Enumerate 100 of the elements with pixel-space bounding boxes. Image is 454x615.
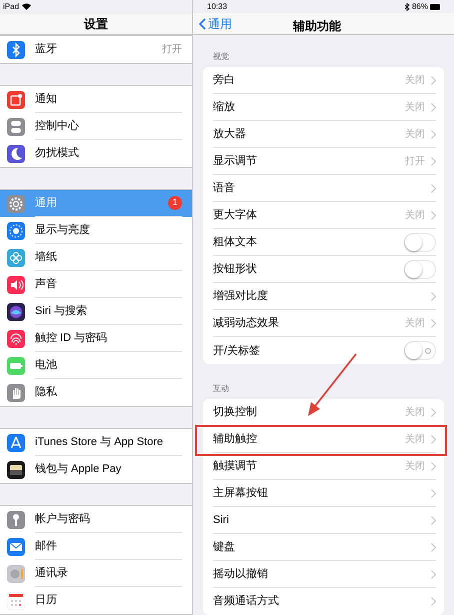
- chevron-icon: [431, 184, 436, 193]
- item-label: 通知: [35, 92, 57, 107]
- flower-icon: [7, 248, 25, 266]
- status-time: 10:33: [207, 0, 228, 12]
- settings-row[interactable]: 键盘: [203, 534, 444, 561]
- settings-row[interactable]: 增强对比度: [203, 283, 444, 310]
- settings-row[interactable]: Siri: [203, 507, 444, 534]
- settings-row[interactable]: 减弱动态效果 关闭: [203, 310, 444, 338]
- row-label: 减弱动态效果: [213, 316, 279, 332]
- settings-row[interactable]: 辅助触控 关闭: [203, 426, 444, 453]
- settings-row[interactable]: 主屏幕按钮: [203, 480, 444, 507]
- moon-icon: [7, 144, 25, 162]
- device-name: iPad: [3, 2, 20, 11]
- item-label: 声音: [35, 276, 57, 292]
- page-title: 辅助功能: [293, 18, 341, 36]
- item-label: 墙纸: [35, 250, 57, 265]
- row-label: 更大字体: [213, 208, 257, 224]
- row-label: 切换控制: [213, 404, 257, 420]
- section-header: 互动: [213, 383, 229, 395]
- pointer-arrow: [308, 353, 357, 416]
- chevron-icon: [431, 292, 436, 301]
- item-label: iTunes Store 与 App Store: [35, 434, 163, 450]
- settings-row[interactable]: 触摸调节 关闭: [203, 453, 444, 480]
- toggle-switch[interactable]: [404, 232, 436, 252]
- item-label: 控制中心: [35, 118, 79, 134]
- item-label: 电池: [35, 358, 57, 373]
- row-label: 主屏幕按钮: [213, 486, 268, 501]
- row-label: 语音: [213, 180, 235, 196]
- gear-icon: [7, 194, 25, 212]
- fingerprint-icon: [7, 330, 25, 348]
- contacts-icon: [7, 564, 25, 582]
- app-store-icon: [7, 434, 25, 452]
- envelope-icon: [7, 538, 25, 556]
- row-label: Siri: [213, 512, 229, 528]
- row-value: 关闭: [405, 432, 425, 446]
- row-label: 开/关标签: [213, 344, 260, 359]
- item-label: 显示与亮度: [35, 222, 90, 238]
- notification-icon: [7, 90, 25, 108]
- toggle-switch[interactable]: [404, 260, 436, 279]
- toggles-icon: [7, 118, 25, 136]
- chevron-icon: [431, 76, 436, 85]
- chevron-icon: [431, 597, 436, 606]
- chevron-icon: [431, 434, 436, 444]
- row-label: 音频通话方式: [213, 594, 279, 610]
- chevron-icon: [431, 156, 436, 166]
- battery-icon: [430, 4, 440, 10]
- row-label: 键盘: [213, 540, 235, 555]
- row-label: 缩放: [213, 100, 235, 116]
- speaker-icon: [7, 276, 25, 294]
- settings-row[interactable]: 显示调节 打开: [203, 148, 444, 176]
- battery-icon: [7, 356, 25, 374]
- row-label: 触摸调节: [213, 458, 257, 474]
- calendar-icon: [7, 592, 25, 610]
- settings-row[interactable]: 更大字体 关闭: [203, 202, 444, 230]
- row-value: 关闭: [405, 128, 425, 142]
- hand-icon: [7, 384, 25, 402]
- row-value: 关闭: [405, 100, 425, 115]
- chevron-icon: [431, 102, 436, 112]
- sidebar-item[interactable]: 通用 1: [0, 190, 192, 217]
- settings-row[interactable]: 旁白 关闭: [203, 67, 444, 94]
- row-value: 关闭: [405, 74, 425, 88]
- chevron-icon: [431, 318, 436, 328]
- item-label: 邮件: [35, 538, 57, 554]
- chevron-icon: [431, 516, 436, 524]
- key-icon: [7, 510, 25, 528]
- settings-row[interactable]: 摇动以撤销: [203, 561, 444, 588]
- orb-icon: [7, 302, 25, 320]
- row-value: 关闭: [405, 460, 425, 474]
- bluetooth-icon: [7, 40, 25, 58]
- settings-row[interactable]: 音频通话方式: [203, 588, 444, 615]
- notification-badge: 1: [168, 196, 182, 210]
- back-chevron-icon: [199, 18, 206, 30]
- chevron-icon: [431, 408, 436, 416]
- wifi-icon: [22, 3, 32, 10]
- row-value: 打开: [405, 154, 425, 169]
- row-label: 旁白: [213, 72, 235, 88]
- chevron-icon: [431, 462, 436, 470]
- brightness-icon: [7, 222, 25, 240]
- settings-row[interactable]: 缩放 关闭: [203, 94, 444, 122]
- item-label: 帐户与密码: [35, 512, 90, 527]
- row-value: 关闭: [405, 316, 425, 331]
- sidebar-title: 设置: [84, 16, 108, 33]
- toggle-switch[interactable]: [404, 341, 436, 360]
- chevron-icon: [431, 570, 436, 578]
- wallet-icon: [7, 460, 25, 478]
- settings-row[interactable]: 语音: [203, 175, 444, 202]
- back-button[interactable]: 通用: [193, 14, 232, 33]
- item-label: 触控 ID 与密码: [35, 330, 108, 346]
- row-label: 摇动以撤销: [213, 566, 268, 582]
- chevron-icon: [431, 488, 436, 498]
- item-label: Siri 与搜索: [35, 304, 87, 319]
- bluetooth-icon: [404, 2, 410, 10]
- row-value: 关闭: [405, 208, 425, 223]
- chevron-icon: [431, 130, 436, 139]
- row-value: 关闭: [405, 406, 425, 420]
- item-label: 钱包与 Apple Pay: [35, 462, 122, 478]
- row-label: 增强对比度: [213, 288, 268, 304]
- item-label: 通讯录: [35, 566, 68, 581]
- row-label: 按钮形状: [213, 262, 257, 278]
- settings-row[interactable]: 放大器 关闭: [203, 121, 444, 148]
